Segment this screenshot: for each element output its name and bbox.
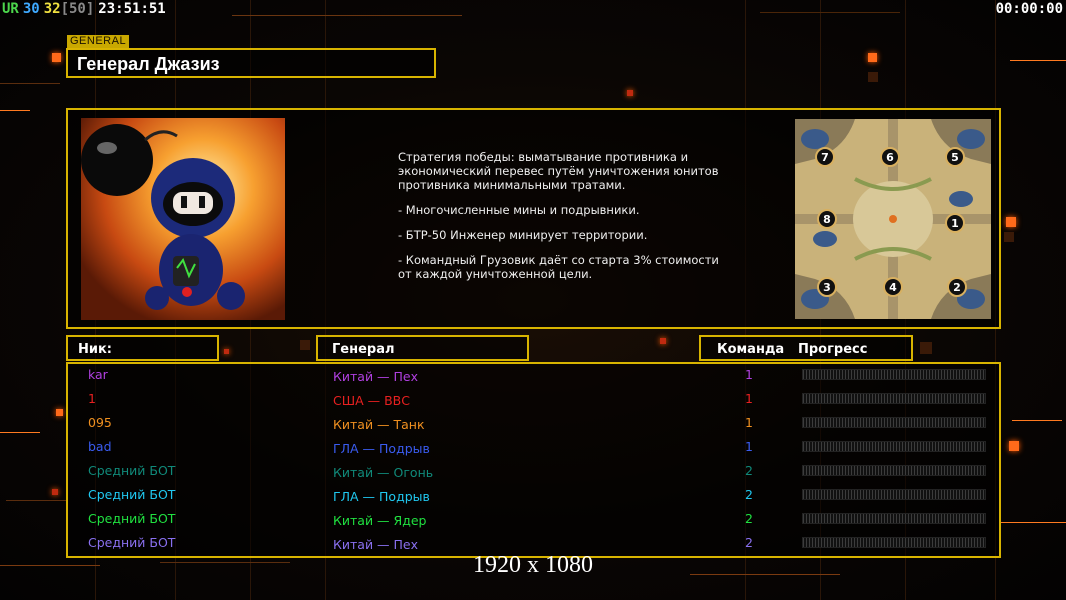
player-nick: Средний БОТ bbox=[88, 511, 176, 526]
svg-text:3: 3 bbox=[823, 281, 831, 294]
map-start-slot-3: 3 bbox=[817, 277, 837, 297]
header-progress-label: Прогресс bbox=[798, 342, 868, 357]
header-general-label: Генерал bbox=[332, 342, 395, 357]
map-start-slot-7: 7 bbox=[815, 147, 835, 167]
player-row: 1 США — ВВС 1 bbox=[68, 388, 999, 412]
player-nick: Средний БОТ bbox=[88, 535, 176, 550]
hud-timer: 00:00:00 bbox=[995, 1, 1063, 17]
svg-text:7: 7 bbox=[821, 151, 829, 164]
map-start-slot-4: 4 bbox=[883, 277, 903, 297]
player-general: Китай — Пех bbox=[333, 537, 418, 552]
map-start-slot-5: 5 bbox=[945, 147, 965, 167]
resolution-label: 1920 x 1080 bbox=[473, 552, 593, 578]
player-general: Китай — Огонь bbox=[333, 465, 434, 480]
feature-truck: - Командный Грузовик даёт со старта 3% с… bbox=[398, 253, 719, 281]
players-list: kar Китай — Пех 1 1 США — ВВС 1 095 Китай — Тан… bbox=[66, 362, 1001, 558]
header-nick: Ник: bbox=[66, 335, 219, 361]
player-nick: Средний БОТ bbox=[88, 463, 176, 478]
map-start-slot-2: 2 bbox=[947, 277, 967, 297]
player-nick: kar bbox=[88, 367, 108, 382]
player-general: ГЛА — Подрыв bbox=[333, 489, 430, 504]
player-team: 2 bbox=[745, 487, 753, 502]
general-name: Генерал Джазиз bbox=[77, 54, 220, 74]
player-general: Китай — Пех bbox=[333, 369, 418, 384]
header-team-progress: Команда Прогресс bbox=[699, 335, 913, 361]
general-description: Стратегия победы: выматывание противника… bbox=[398, 150, 728, 292]
svg-text:5: 5 bbox=[951, 151, 959, 164]
player-team: 1 bbox=[745, 439, 753, 454]
player-nick: Средний БОТ bbox=[88, 487, 176, 502]
header-team-label: Команда bbox=[717, 342, 785, 357]
strategy-text: Стратегия победы: выматывание противника… bbox=[398, 150, 719, 192]
player-team: 1 bbox=[745, 391, 753, 406]
map-start-slot-6: 6 bbox=[880, 147, 900, 167]
section-label: GENERAL bbox=[67, 35, 130, 48]
hud-stat-3: [50] bbox=[60, 1, 95, 17]
svg-text:4: 4 bbox=[889, 281, 897, 294]
player-row: 095 Китай — Танк 1 bbox=[68, 412, 999, 436]
feature-btr: - БТР-50 Инженер минирует территории. bbox=[398, 228, 648, 242]
player-progress-bar bbox=[802, 513, 986, 524]
player-row: bad ГЛА — Подрыв 1 bbox=[68, 436, 999, 460]
player-team: 2 bbox=[745, 463, 753, 478]
map-preview: 7 6 5 8 1 3 4 2 bbox=[795, 119, 991, 319]
svg-text:2: 2 bbox=[953, 281, 961, 294]
general-title-box: Генерал Джазиз bbox=[66, 48, 436, 78]
top-hud: UR 30 32[50] 23:51:51 00:00:00 bbox=[0, 0, 1066, 20]
general-info-panel: Стратегия победы: выматывание противника… bbox=[66, 108, 1001, 329]
player-progress-bar bbox=[802, 393, 986, 404]
player-team: 1 bbox=[745, 415, 753, 430]
map-start-slot-8: 8 bbox=[817, 209, 837, 229]
player-general: Китай — Ядер bbox=[333, 513, 427, 528]
player-team: 1 bbox=[745, 367, 753, 382]
player-progress-bar bbox=[802, 537, 986, 548]
player-team: 2 bbox=[745, 535, 753, 550]
player-nick: 1 bbox=[88, 391, 96, 406]
player-row: Средний БОТ ГЛА — Подрыв 2 bbox=[68, 484, 999, 508]
svg-text:1: 1 bbox=[951, 217, 959, 230]
hud-stat-4: 23:51:51 bbox=[98, 1, 166, 17]
hud-stat-1: 30 bbox=[22, 1, 40, 17]
player-row: Средний БОТ Китай — Ядер 2 bbox=[68, 508, 999, 532]
general-portrait bbox=[81, 118, 285, 320]
player-nick: 095 bbox=[88, 415, 112, 430]
player-general: США — ВВС bbox=[333, 393, 410, 408]
player-nick: bad bbox=[88, 439, 112, 454]
player-general: Китай — Танк bbox=[333, 417, 425, 432]
svg-text:6: 6 bbox=[886, 151, 894, 164]
player-progress-bar bbox=[802, 489, 986, 500]
player-progress-bar bbox=[802, 417, 986, 428]
svg-text:8: 8 bbox=[823, 213, 831, 226]
hud-stat-2: 32 bbox=[43, 1, 61, 17]
hud-stats: UR 30 32[50] 23:51:51 bbox=[2, 1, 166, 17]
header-general: Генерал bbox=[316, 335, 529, 361]
hud-stat-0: UR bbox=[2, 1, 19, 17]
player-progress-bar bbox=[802, 369, 986, 380]
header-nick-label: Ник: bbox=[78, 342, 113, 357]
player-row: kar Китай — Пех 1 bbox=[68, 364, 999, 388]
player-row: Средний БОТ Китай — Огонь 2 bbox=[68, 460, 999, 484]
player-team: 2 bbox=[745, 511, 753, 526]
map-start-slot-1: 1 bbox=[945, 213, 965, 233]
player-general: ГЛА — Подрыв bbox=[333, 441, 430, 456]
feature-mines: - Многочисленные мины и подрывники. bbox=[398, 203, 640, 217]
player-progress-bar bbox=[802, 465, 986, 476]
player-progress-bar bbox=[802, 441, 986, 452]
